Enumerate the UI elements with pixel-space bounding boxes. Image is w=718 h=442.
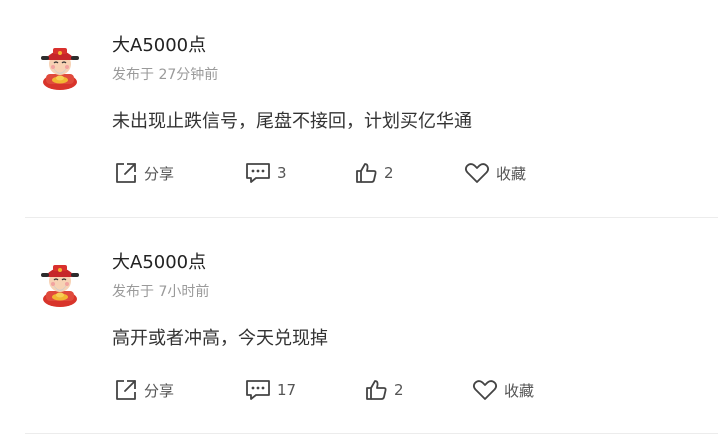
god-of-wealth-avatar-icon bbox=[41, 265, 79, 307]
thumbs-up-icon bbox=[366, 380, 387, 400]
share-icon bbox=[116, 163, 136, 183]
share-icon bbox=[116, 380, 136, 400]
comment-count: 17 bbox=[277, 381, 297, 399]
heart-icon bbox=[464, 163, 490, 183]
god-of-wealth-avatar-icon bbox=[41, 48, 79, 90]
comment-count: 3 bbox=[277, 164, 287, 182]
post-card: 大A5000点 发布于 7小时前 高开或者冲高，今天兑现掉 分享 17 2 收藏 bbox=[0, 217, 718, 434]
comment-button[interactable]: 3 bbox=[245, 156, 287, 190]
share-label: 分享 bbox=[144, 381, 175, 400]
post-time: 发布于 27分钟前 bbox=[112, 67, 219, 83]
comment-button[interactable]: 17 bbox=[245, 373, 296, 407]
divider bbox=[25, 433, 718, 434]
username[interactable]: 大A5000点 bbox=[112, 34, 206, 58]
share-button[interactable]: 分享 bbox=[114, 373, 174, 407]
like-button[interactable]: 2 bbox=[354, 156, 394, 190]
heart-icon bbox=[472, 380, 498, 400]
post-time: 发布于 7小时前 bbox=[112, 284, 210, 300]
post-card: 大A5000点 发布于 27分钟前 未出现止跌信号，尾盘不接回，计划买亿华通 分… bbox=[0, 0, 718, 217]
post-actions: 分享 3 2 收藏 bbox=[0, 156, 718, 190]
avatar[interactable] bbox=[37, 259, 83, 307]
favorite-label: 收藏 bbox=[504, 381, 535, 400]
like-count: 2 bbox=[384, 164, 394, 182]
favorite-label: 收藏 bbox=[496, 164, 527, 183]
like-count: 2 bbox=[394, 381, 404, 399]
like-button[interactable]: 2 bbox=[364, 373, 404, 407]
post-actions: 分享 17 2 收藏 bbox=[0, 373, 718, 407]
share-label: 分享 bbox=[144, 164, 175, 183]
comment-icon bbox=[246, 380, 270, 400]
favorite-button[interactable]: 收藏 bbox=[464, 156, 526, 190]
favorite-button[interactable]: 收藏 bbox=[472, 373, 534, 407]
share-button[interactable]: 分享 bbox=[114, 156, 174, 190]
post-content[interactable]: 未出现止跌信号，尾盘不接回，计划买亿华通 bbox=[112, 109, 472, 135]
post-content[interactable]: 高开或者冲高，今天兑现掉 bbox=[112, 326, 328, 352]
comment-icon bbox=[246, 163, 270, 183]
thumbs-up-icon bbox=[356, 163, 377, 183]
username[interactable]: 大A5000点 bbox=[112, 251, 206, 275]
avatar[interactable] bbox=[37, 42, 83, 90]
